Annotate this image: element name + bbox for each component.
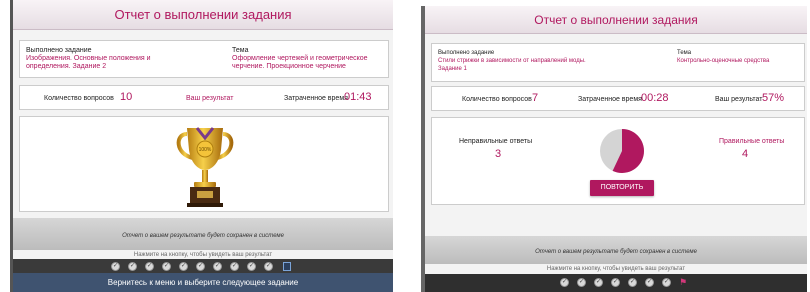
left-report-panel: Отчет о выполнении задания Выполнено зад… <box>10 0 393 292</box>
left-task-label: Выполнено задание <box>26 47 92 54</box>
left-notice-band: Отчет о вашем результате будет сохранен … <box>13 218 393 250</box>
question-2-check-icon[interactable]: ✓ <box>128 262 137 271</box>
trophy-percent-text: 100% <box>199 147 212 153</box>
question-3-check-icon[interactable]: ✓ <box>145 262 154 271</box>
correct-answers-value: 4 <box>742 148 749 160</box>
left-task-value: Изображения. Основные положения и опреде… <box>26 55 151 70</box>
question-10-check-icon[interactable]: ✓ <box>264 262 273 271</box>
question-7-check-icon[interactable]: ✓ <box>662 278 671 287</box>
left-question-nav: ✓ ✓ ✓ ✓ ✓ ✓ ✓ ✓ ✓ ✓ <box>13 259 393 274</box>
left-report-title: Отчет о выполнении задания <box>13 0 393 30</box>
right-stats-box: Количество вопросов 7 Затраченное время … <box>431 86 805 111</box>
question-1-check-icon[interactable]: ✓ <box>560 278 569 287</box>
question-6-check-icon[interactable]: ✓ <box>196 262 205 271</box>
results-list-icon[interactable] <box>283 262 291 271</box>
right-saved-notice: Отчет о вашем результате будет сохранен … <box>535 249 697 255</box>
right-time-value: 00:28 <box>641 92 669 104</box>
right-questions-value: 7 <box>532 92 539 104</box>
question-5-check-icon[interactable]: ✓ <box>179 262 188 271</box>
right-topic-value: Контрольно-оценочные средства <box>677 58 770 64</box>
left-topic-label: Тема <box>232 47 249 54</box>
question-5-check-icon[interactable]: ✓ <box>628 278 637 287</box>
correct-answers-label: Правильные ответы <box>719 138 785 145</box>
right-task-label: Выполнено задание <box>438 50 495 56</box>
left-questions-value: 10 <box>120 91 133 103</box>
left-result-label: Ваш результат <box>186 95 234 102</box>
return-to-menu-bar[interactable]: Вернитесь к меню и выберите следующее за… <box>13 273 393 292</box>
right-report-title: Отчет о выполнении задания <box>425 6 807 34</box>
right-questions-label: Количество вопросов <box>462 96 532 103</box>
trophy-icon: 100% <box>176 127 234 207</box>
question-2-check-icon[interactable]: ✓ <box>577 278 586 287</box>
question-6-check-icon[interactable]: ✓ <box>645 278 654 287</box>
left-time-label: Затраченное время <box>284 95 348 102</box>
right-chart-box: Неправильные ответы 3 Правильные ответы … <box>431 117 805 205</box>
question-4-check-icon[interactable]: ✓ <box>611 278 620 287</box>
left-saved-notice: Отчет о вашем результате будет сохранен … <box>122 233 284 239</box>
flag-icon[interactable]: ⚑ <box>679 277 687 287</box>
right-result-value: 57% <box>762 92 785 104</box>
right-topic-label: Тема <box>677 50 692 56</box>
left-time-value: 01:43 <box>344 91 372 103</box>
right-click-hint: Нажмите на кнопку, чтобы увидеть ваш рез… <box>546 266 686 272</box>
right-time-label: Затраченное время <box>578 96 642 103</box>
question-1-check-icon[interactable]: ✓ <box>111 262 120 271</box>
right-task-box: Выполнено задание Стили стрижки в зависи… <box>431 43 805 82</box>
question-3-check-icon[interactable]: ✓ <box>594 278 603 287</box>
question-8-check-icon[interactable]: ✓ <box>230 262 239 271</box>
right-notice-band: Отчет о вашем результате будет сохранен … <box>425 236 807 264</box>
wrong-answers-value: 3 <box>495 148 502 160</box>
left-topic-value: Оформление чертежей и геометрическое чер… <box>232 55 368 70</box>
question-9-check-icon[interactable]: ✓ <box>247 262 256 271</box>
left-stats-box: Количество вопросов 10 Ваш результат Зат… <box>19 85 389 110</box>
question-4-check-icon[interactable]: ✓ <box>162 262 171 271</box>
right-task-value: Стили стрижки в зависимости от направлен… <box>438 58 586 72</box>
left-task-box: Выполнено задание Изображения. Основные … <box>19 40 389 78</box>
left-questions-label: Количество вопросов <box>44 95 114 102</box>
right-question-nav: ✓ ✓ ✓ ✓ ✓ ✓ ✓ ⚑ <box>425 274 807 292</box>
left-click-hint: Нажмите на кнопку, чтобы увидеть ваш рез… <box>133 252 273 258</box>
wrong-answers-label: Неправильные ответы <box>459 138 533 145</box>
right-result-label: Ваш результат <box>715 96 763 103</box>
question-7-check-icon[interactable]: ✓ <box>213 262 222 271</box>
repeat-button[interactable]: ПОВТОРИТЬ <box>590 180 654 196</box>
answers-pie-chart <box>600 129 644 173</box>
right-report-panel: Отчет о выполнении задания Выполнено зад… <box>421 6 807 292</box>
left-trophy-box: 100% <box>19 116 389 212</box>
